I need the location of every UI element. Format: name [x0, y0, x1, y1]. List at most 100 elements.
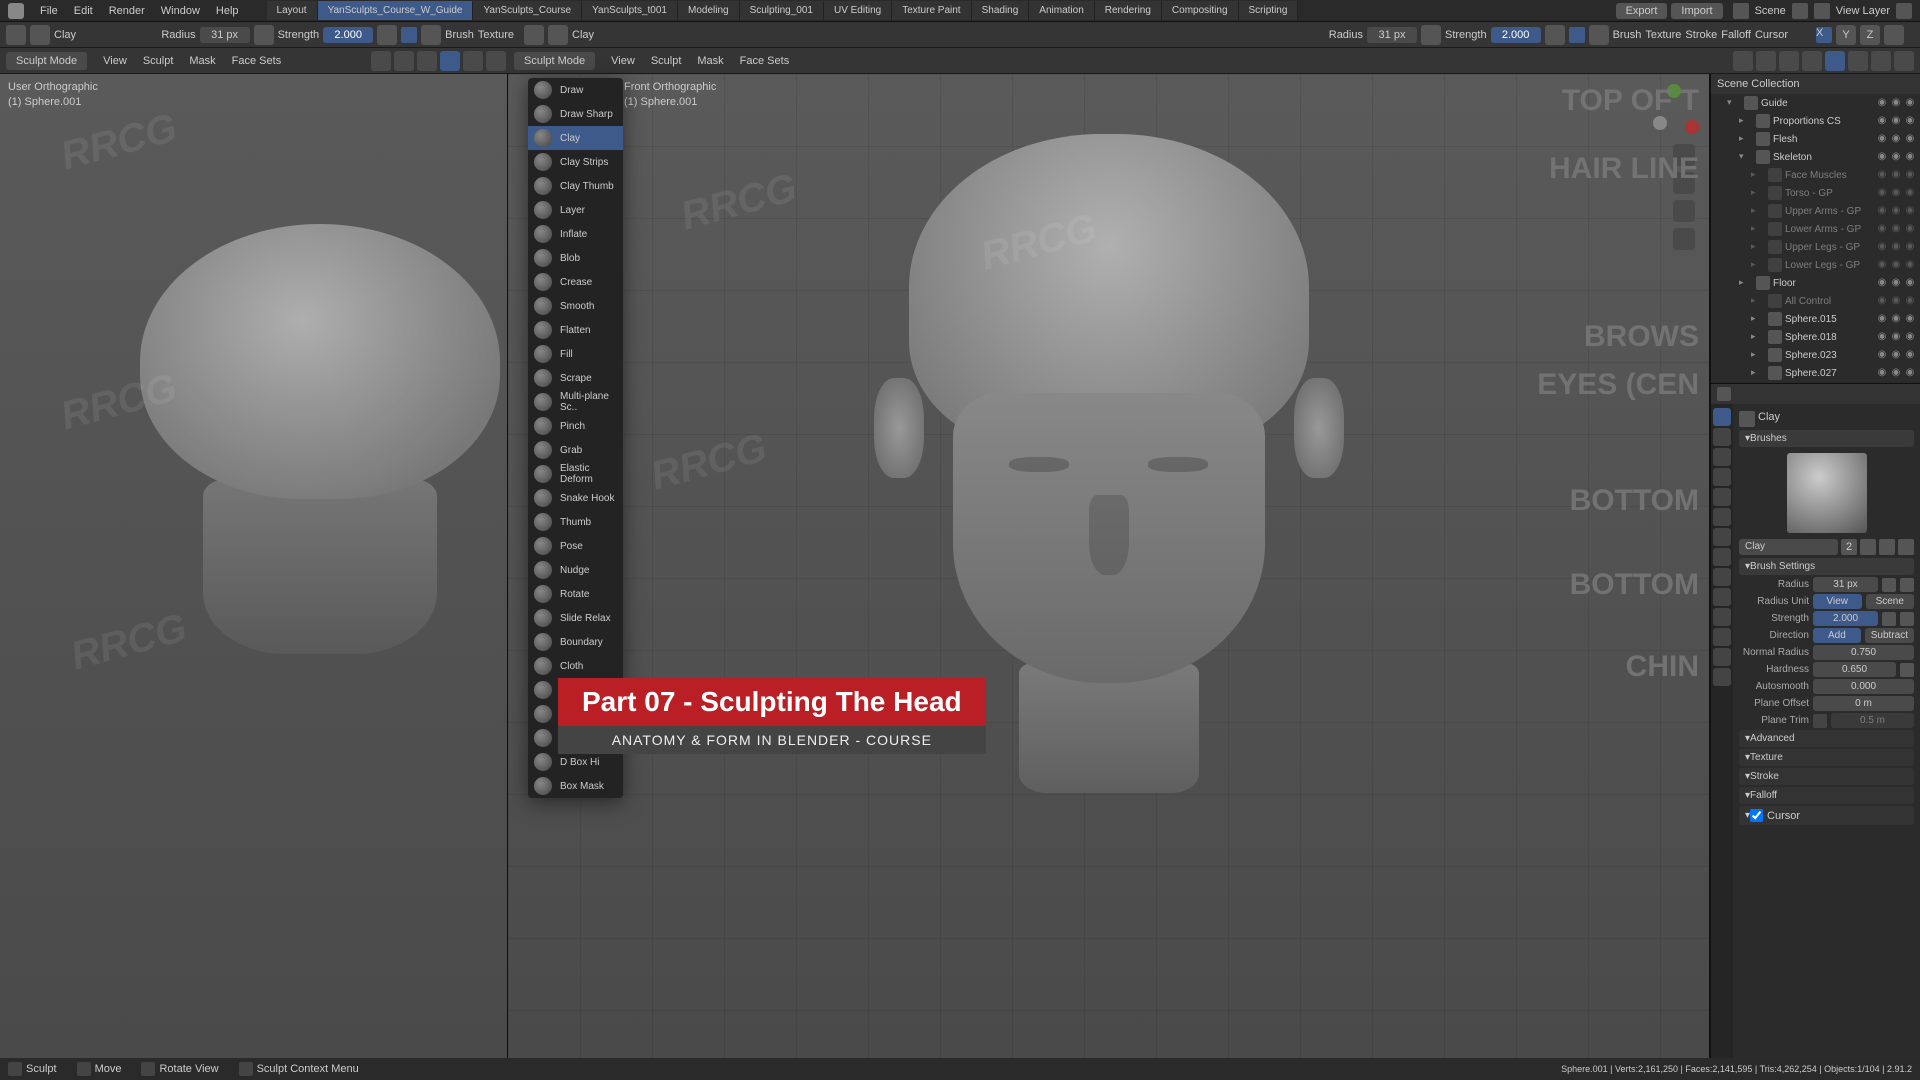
workspace-tab[interactable]: YanSculpts_Course_W_Guide: [318, 1, 474, 20]
brush-item[interactable]: Blob: [528, 246, 623, 270]
brush-item[interactable]: Clay Thumb: [528, 174, 623, 198]
cursor-section[interactable]: Cursor: [1739, 806, 1914, 825]
disclosure-icon[interactable]: [1727, 96, 1741, 110]
outliner-row[interactable]: Lower Legs - GP◉◉◉: [1711, 256, 1920, 274]
disclosure-icon[interactable]: [1739, 276, 1753, 290]
brush-item[interactable]: Fill: [528, 342, 623, 366]
select-icon[interactable]: ◉: [1890, 313, 1902, 325]
brush-clone-icon[interactable]: [1879, 539, 1895, 555]
bs-normrad-input[interactable]: 0.750: [1813, 645, 1914, 660]
outliner-row[interactable]: Proportions CS◉◉◉: [1711, 112, 1920, 130]
camera-icon[interactable]: [1673, 200, 1695, 222]
workspace-tab[interactable]: YanSculpts_t001: [582, 1, 678, 20]
brush-item[interactable]: Boundary: [528, 630, 623, 654]
options-icon[interactable]: [1884, 25, 1904, 45]
brush-link-icon[interactable]: [30, 25, 50, 45]
view-menu[interactable]: View: [95, 55, 135, 67]
shading-icon[interactable]: [394, 51, 414, 71]
radius-input[interactable]: 31 px: [200, 27, 250, 43]
brushes-section[interactable]: Brushes: [1739, 430, 1914, 447]
bs-radius-input[interactable]: 31 px: [1813, 577, 1878, 592]
render-vis-icon[interactable]: ◉: [1904, 349, 1916, 361]
mask-menu[interactable]: Mask: [181, 55, 223, 67]
radius-pressure-icon-2[interactable]: [1421, 25, 1441, 45]
cursor-dd[interactable]: Cursor: [1755, 29, 1788, 41]
fake-user-icon[interactable]: [1860, 539, 1876, 555]
workspace-tab[interactable]: Compositing: [1162, 1, 1239, 20]
symmetry-y-toggle[interactable]: Y: [1836, 25, 1856, 45]
prop-tab-particle[interactable]: [1713, 568, 1731, 586]
move-view-icon[interactable]: [1673, 172, 1695, 194]
eye-icon[interactable]: ◉: [1876, 367, 1888, 379]
render-vis-icon[interactable]: ◉: [1904, 241, 1916, 253]
workspace-tab[interactable]: UV Editing: [824, 1, 892, 20]
menu-file[interactable]: File: [32, 5, 66, 17]
prop-tab-output[interactable]: [1713, 448, 1731, 466]
outliner-row[interactable]: Flesh◉◉◉: [1711, 130, 1920, 148]
render-icon-2[interactable]: [1871, 51, 1891, 71]
disclosure-icon[interactable]: [1751, 330, 1765, 344]
texture-dd[interactable]: Texture: [478, 29, 514, 41]
menu-edit[interactable]: Edit: [66, 5, 101, 17]
brush-item[interactable]: Pose: [528, 534, 623, 558]
brush-dd[interactable]: Brush: [445, 29, 474, 41]
prop-tab-physics[interactable]: [1713, 588, 1731, 606]
render-vis-icon[interactable]: ◉: [1904, 277, 1916, 289]
shading-dd-icon[interactable]: [1894, 51, 1914, 71]
sculpt-menu-2[interactable]: Sculpt: [643, 55, 690, 67]
texture-dd-2[interactable]: Texture: [1645, 29, 1681, 41]
render-vis-icon[interactable]: ◉: [1904, 223, 1916, 235]
viewport-right[interactable]: Front Orthographic (1) Sphere.001 TOP OF…: [508, 74, 1710, 1058]
select-icon[interactable]: ◉: [1890, 97, 1902, 109]
brush-item[interactable]: Clay Strips: [528, 150, 623, 174]
disclosure-icon[interactable]: [1739, 114, 1753, 128]
prop-tab-scene[interactable]: [1713, 488, 1731, 506]
eye-icon[interactable]: ◉: [1876, 187, 1888, 199]
select-icon[interactable]: ◉: [1890, 349, 1902, 361]
brush-item[interactable]: Layer: [528, 198, 623, 222]
workspace-tab[interactable]: Sculpting_001: [740, 1, 824, 20]
outliner-row[interactable]: Sphere.015◉◉◉: [1711, 310, 1920, 328]
bs-dir-sub[interactable]: Subtract: [1865, 628, 1914, 643]
brush-item[interactable]: Slide Relax: [528, 606, 623, 630]
strength-pressure-icon[interactable]: [377, 25, 397, 45]
render-vis-icon[interactable]: ◉: [1904, 133, 1916, 145]
eye-icon[interactable]: ◉: [1876, 277, 1888, 289]
overlay-icon-2[interactable]: [1733, 51, 1753, 71]
mode-select-2[interactable]: Sculpt Mode: [514, 52, 595, 70]
brush-item[interactable]: Cloth: [528, 654, 623, 678]
bs-hardness-input[interactable]: 0.650: [1813, 662, 1896, 677]
prop-tab-object[interactable]: [1713, 528, 1731, 546]
workspace-tab[interactable]: Animation: [1029, 1, 1094, 20]
workspace-tab[interactable]: Texture Paint: [892, 1, 971, 20]
brush-item[interactable]: Nudge: [528, 558, 623, 582]
outliner-row[interactable]: Upper Arms - GP◉◉◉: [1711, 202, 1920, 220]
bs-dir-add[interactable]: Add: [1813, 628, 1861, 643]
brush-item[interactable]: Snake Hook: [528, 486, 623, 510]
stroke-section[interactable]: Stroke: [1739, 768, 1914, 785]
bs-ru-scene[interactable]: Scene: [1866, 594, 1915, 609]
symmetry-x-toggle[interactable]: X: [1816, 27, 1832, 43]
render-vis-icon[interactable]: ◉: [1904, 187, 1916, 199]
brush-link-icon-2[interactable]: [548, 25, 568, 45]
bs-hardness-link-icon[interactable]: [1900, 663, 1914, 677]
mode-select[interactable]: Sculpt Mode: [6, 52, 87, 70]
render-icon[interactable]: [486, 51, 506, 71]
disclosure-icon[interactable]: [1751, 168, 1765, 182]
select-icon[interactable]: ◉: [1890, 295, 1902, 307]
prop-tab-material[interactable]: [1713, 648, 1731, 666]
texture-section[interactable]: Texture: [1739, 749, 1914, 766]
select-icon[interactable]: ◉: [1890, 241, 1902, 253]
brush-name-field-2[interactable]: Clay: [572, 29, 594, 41]
disclosure-icon[interactable]: [1739, 150, 1753, 164]
cursor-checkbox[interactable]: [1750, 809, 1763, 822]
shading-icon-2[interactable]: [1779, 51, 1799, 71]
persp-ortho-icon[interactable]: [1673, 228, 1695, 250]
symmetry-z-toggle[interactable]: Z: [1860, 25, 1880, 45]
radius-input-2[interactable]: 31 px: [1367, 27, 1417, 43]
facesets-menu[interactable]: Face Sets: [224, 55, 290, 67]
solid-icon[interactable]: [440, 51, 460, 71]
brush-item[interactable]: Inflate: [528, 222, 623, 246]
bs-strength-link-icon[interactable]: [1900, 612, 1914, 626]
eye-icon[interactable]: ◉: [1876, 97, 1888, 109]
